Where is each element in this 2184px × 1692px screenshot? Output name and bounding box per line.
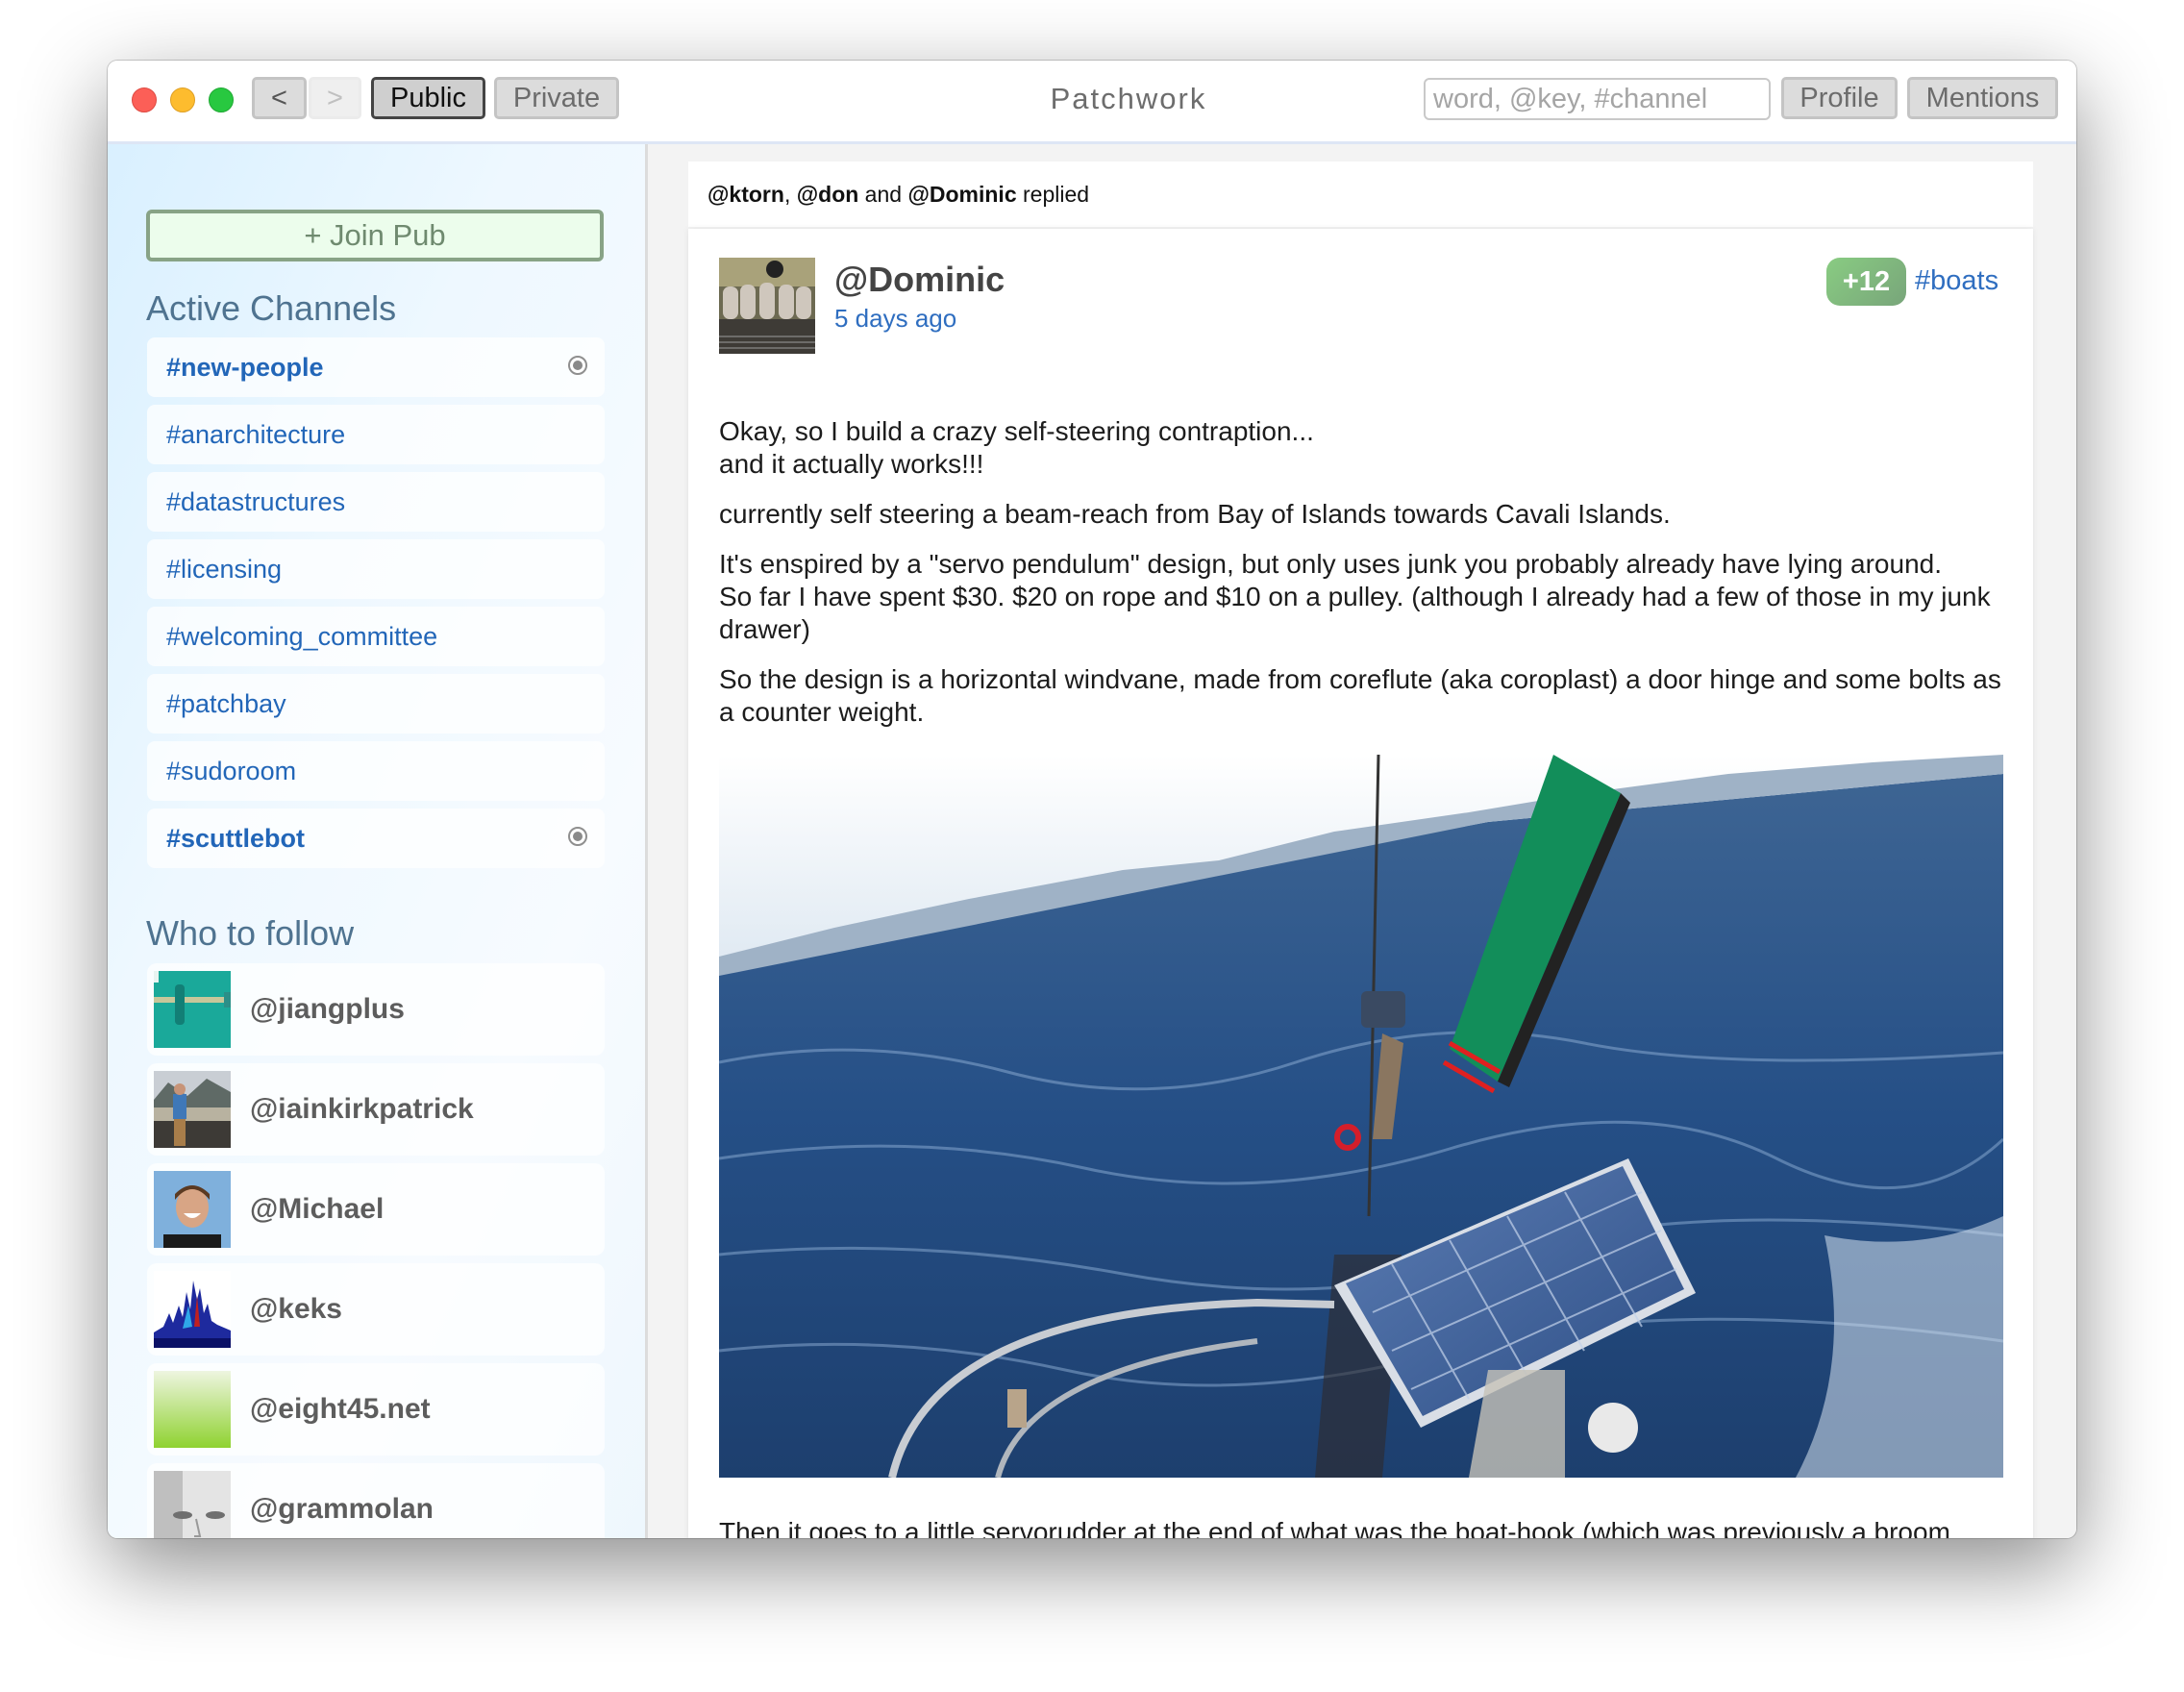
zoom-window-button[interactable] [209, 87, 234, 112]
post-paragraph: So the design is a horizontal windvane, … [719, 664, 2001, 727]
avatar [154, 1371, 231, 1448]
reply-summary: @ktorn, @don and @Dominic replied [688, 162, 2033, 227]
avatar [154, 1071, 231, 1148]
follow-name: @Michael [250, 1193, 385, 1225]
follow-name: @keks [250, 1293, 342, 1325]
subscribed-radio-icon[interactable] [568, 827, 587, 846]
post-card: @Dominic 5 days ago +12 #boats Okay, so … [688, 229, 2033, 1538]
follow-item-jiangplus[interactable]: @jiangplus [147, 963, 605, 1056]
reply-suffix: replied [1016, 182, 1090, 207]
author-name[interactable]: @Dominic [834, 260, 1005, 300]
avatar [154, 971, 231, 1048]
channel-label: #licensing [166, 555, 283, 584]
channel-item-datastructures[interactable]: #datastructures [147, 472, 605, 532]
channel-item-sudoroom[interactable]: #sudoroom [147, 741, 605, 801]
who-to-follow-heading: Who to follow [146, 913, 355, 953]
separator: and [858, 182, 908, 207]
follow-item-iainkirkpatrick[interactable]: @iainkirkpatrick [147, 1063, 605, 1156]
channel-item-welcoming-committee[interactable]: #welcoming_committee [147, 607, 605, 666]
channel-label: #patchbay [166, 689, 286, 718]
channel-item-anarchitecture[interactable]: #anarchitecture [147, 405, 605, 464]
vote-count-badge[interactable]: +12 [1826, 258, 1906, 306]
app-title: Patchwork [1050, 82, 1207, 115]
author-avatar[interactable] [719, 258, 815, 354]
follow-item-keks[interactable]: @keks [147, 1263, 605, 1356]
post-paragraph: Okay, so I build a crazy self-steering c… [719, 416, 1314, 479]
channel-label: #anarchitecture [166, 420, 346, 449]
search-input[interactable] [1424, 78, 1771, 120]
avatar [154, 1171, 231, 1248]
follow-name: @iainkirkpatrick [250, 1093, 474, 1125]
subscribed-radio-icon[interactable] [568, 356, 587, 375]
follow-item-michael[interactable]: @Michael [147, 1163, 605, 1256]
channel-label: #datastructures [166, 487, 346, 516]
forward-button[interactable]: > [309, 77, 361, 119]
post-continuation: Then it goes to a little servorudder at … [719, 1517, 1950, 1538]
post-timestamp[interactable]: 5 days ago [834, 304, 956, 334]
separator: , [783, 182, 797, 207]
app-window: < > Public Private Patchwork Profile Men… [108, 61, 2076, 1538]
channel-label: #scuttlebot [166, 824, 306, 853]
follow-name: @eight45.net [250, 1393, 431, 1425]
channel-item-licensing[interactable]: #licensing [147, 539, 605, 599]
post-paragraph: It's enspired by a "servo pendulum" desi… [719, 549, 1991, 644]
post-channel-link[interactable]: #boats [1915, 265, 1998, 297]
avatar [154, 1271, 231, 1348]
channel-label: #sudoroom [166, 757, 297, 785]
follow-name: @jiangplus [250, 993, 405, 1025]
close-window-button[interactable] [132, 87, 157, 112]
join-pub-button[interactable]: + Join Pub [146, 210, 604, 261]
post-body: Okay, so I build a crazy self-steering c… [719, 415, 2007, 746]
reply-user-link[interactable]: @ktorn [707, 182, 784, 207]
tab-private[interactable]: Private [494, 77, 619, 119]
toolbar: < > Public Private Patchwork Profile Men… [108, 61, 2076, 144]
channel-label: #new-people [166, 353, 324, 382]
channel-label: #welcoming_committee [166, 622, 438, 651]
post-paragraph: currently self steering a beam-reach fro… [719, 499, 1671, 529]
profile-button[interactable]: Profile [1781, 77, 1898, 119]
channel-item-new-people[interactable]: #new-people [147, 337, 605, 397]
reply-user-link[interactable]: @don [797, 182, 859, 207]
sidebar: + Join Pub Active Channels #new-people #… [108, 144, 648, 1538]
follow-name: @grammolan [250, 1493, 434, 1525]
back-button[interactable]: < [252, 77, 307, 119]
channel-item-scuttlebot[interactable]: #scuttlebot [147, 809, 605, 868]
avatar [154, 1471, 231, 1538]
channel-item-patchbay[interactable]: #patchbay [147, 674, 605, 734]
follow-item-grammolan[interactable]: @grammolan [147, 1463, 605, 1538]
follow-item-eight45[interactable]: @eight45.net [147, 1363, 605, 1456]
reply-user-link[interactable]: @Dominic [907, 182, 1016, 207]
feed-area: @ktorn, @don and @Dominic replied @Domin… [648, 144, 2076, 1538]
minimize-window-button[interactable] [170, 87, 195, 112]
post-image[interactable] [719, 755, 2003, 1478]
active-channels-heading: Active Channels [146, 288, 397, 328]
tab-public[interactable]: Public [371, 77, 485, 119]
mentions-button[interactable]: Mentions [1907, 77, 2058, 119]
